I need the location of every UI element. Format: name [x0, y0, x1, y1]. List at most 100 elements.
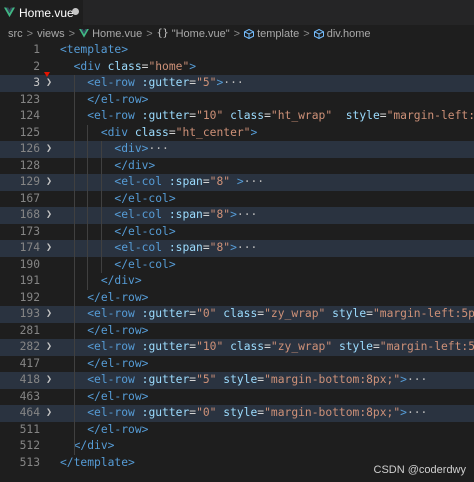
breadcrumb-file[interactable]: Home.vue: [92, 28, 142, 40]
code-line[interactable]: 174 ❯ <el-col :span="8">···: [0, 240, 474, 257]
token-str: "margin-left:5p: [386, 109, 474, 122]
code-line[interactable]: 2 <div class="home">: [0, 59, 474, 76]
line-number: 123: [19, 92, 40, 106]
code-line[interactable]: 418 ❯ <el-row :gutter="5" style="margin-b…: [0, 372, 474, 389]
breadcrumb-module[interactable]: "Home.vue": [172, 28, 230, 40]
fold-chevron-icon[interactable]: ❯: [46, 405, 52, 422]
token-attr: :gutter: [141, 307, 190, 320]
breadcrumb-div-home[interactable]: div.home: [327, 28, 371, 40]
code-line[interactable]: 124 <el-row :gutter="10" class="ht_wrap"…: [0, 108, 474, 125]
code-line[interactable]: 129 ❯ <el-col :span="8" >···: [0, 174, 474, 191]
code-line[interactable]: 173 </el-col>: [0, 224, 474, 241]
fold-chevron-icon[interactable]: ❯: [46, 339, 52, 356]
token-tag: >: [230, 241, 237, 254]
code-line[interactable]: 128 </div>: [0, 158, 474, 175]
code-line[interactable]: 1 <template>: [0, 42, 474, 59]
code-line[interactable]: 190 </el-col>: [0, 257, 474, 274]
cube-icon: [244, 28, 255, 39]
line-number: 190: [19, 257, 40, 271]
line-number: 3: [33, 76, 40, 89]
token-str: "margin-left:5px;: [372, 307, 474, 320]
token-str: "margin-left:5px: [379, 340, 474, 353]
code-text: <el-row :gutter="10" class="ht_wrap" sty…: [60, 108, 474, 125]
unsaved-dot-icon[interactable]: [72, 8, 79, 15]
token-tag: </el-row>: [87, 422, 149, 436]
token-str: "8": [209, 208, 231, 221]
code-text: <el-row :gutter="0" class="zy_wrap" styl…: [60, 306, 474, 323]
code-line[interactable]: 463 </el-row>: [0, 389, 474, 406]
token-str: "ht_wrap": [270, 109, 333, 122]
token-txt: =: [366, 307, 373, 320]
code-text: <el-row :gutter="0" style="margin-bottom…: [60, 405, 427, 422]
code-line[interactable]: 3 ❯ <el-row :gutter="5">···: [0, 75, 474, 92]
code-text: <div class="home">: [60, 59, 196, 76]
code-text: <div>···: [60, 141, 168, 158]
fold-chevron-icon[interactable]: ❯: [46, 75, 52, 92]
code-text: </el-col>: [60, 224, 176, 241]
token-tag: <div: [73, 59, 108, 73]
fold-chevron-icon[interactable]: ❯: [46, 174, 52, 191]
line-number: 125: [19, 125, 40, 139]
line-number: 129: [19, 175, 40, 188]
code-line[interactable]: 511 </el-row>: [0, 422, 474, 439]
token-attr: :span: [168, 241, 203, 254]
breadcrumb-template[interactable]: template: [257, 28, 299, 40]
code-line[interactable]: 126 ❯ <div>···: [0, 141, 474, 158]
token-attr: style: [338, 340, 373, 353]
token-attr: class: [107, 59, 142, 73]
breadcrumb-separator: >: [68, 27, 76, 40]
line-number: 2: [33, 59, 40, 73]
code-editor[interactable]: 1 <template> 2 <div class="home"> 3 ❯ <el-ro…: [0, 42, 474, 482]
code-text: </div>: [60, 438, 115, 455]
line-number: 124: [19, 109, 40, 122]
code-line[interactable]: 123 </el-row>: [0, 92, 474, 109]
code-text: <el-row :gutter="10" class="zy_wrap" sty…: [60, 339, 474, 356]
token-attr: style: [345, 109, 380, 122]
line-number: 464: [19, 406, 40, 419]
token-ellip: ···: [406, 406, 428, 419]
tab-title: Home.vue: [19, 5, 74, 20]
code-line[interactable]: 191 </div>: [0, 273, 474, 290]
line-number: 193: [19, 307, 40, 320]
token-tag: </el-row>: [87, 290, 149, 304]
breadcrumb-views[interactable]: views: [37, 28, 65, 40]
token-txt: =: [372, 340, 380, 353]
token-tag: >: [230, 208, 237, 221]
line-number: 1: [33, 43, 40, 56]
fold-chevron-icon[interactable]: ❯: [46, 141, 52, 158]
code-line[interactable]: 125 <div class="ht_center">: [0, 125, 474, 142]
vue-icon: [4, 7, 15, 18]
line-number: 512: [19, 439, 40, 452]
fold-chevron-icon[interactable]: ❯: [46, 207, 52, 224]
tab-home-vue[interactable]: Home.vue: [0, 0, 83, 25]
token-ellip: ···: [236, 208, 258, 221]
line-number: 511: [19, 422, 40, 436]
fold-chevron-icon[interactable]: ❯: [46, 306, 52, 323]
fold-chevron-icon[interactable]: ❯: [46, 240, 52, 257]
code-line[interactable]: 193 ❯ <el-row :gutter="0" class="zy_wrap"…: [0, 306, 474, 323]
token-str: "margin-bottom:8px;": [264, 373, 401, 386]
token-attr: class: [134, 125, 169, 139]
code-line[interactable]: 192 </el-row>: [0, 290, 474, 307]
code-line[interactable]: 167 </el-col>: [0, 191, 474, 208]
code-text: <template>: [60, 42, 128, 59]
token-str: "0": [196, 406, 217, 419]
token-attr: :gutter: [141, 340, 190, 353]
code-line[interactable]: 281 </el-row>: [0, 323, 474, 340]
breadcrumb-src[interactable]: src: [8, 28, 23, 40]
code-line[interactable]: 282 ❯ <el-row :gutter="10" class="zy_wrap…: [0, 339, 474, 356]
token-tag: </el-col>: [114, 224, 176, 238]
token-str: "10": [196, 109, 224, 122]
breadcrumb-separator: >: [26, 27, 34, 40]
line-number: 282: [19, 340, 40, 353]
code-line[interactable]: 512 </div>: [0, 438, 474, 455]
code-line[interactable]: 464 ❯ <el-row :gutter="0" style="margin-b…: [0, 405, 474, 422]
breadcrumb-separator: >: [303, 27, 310, 40]
code-line[interactable]: 168 ❯ <el-col :span="8">···: [0, 207, 474, 224]
token-str: "10": [196, 340, 224, 353]
fold-chevron-icon[interactable]: ❯: [46, 372, 52, 389]
token-tag: </el-col>: [114, 257, 176, 271]
code-line[interactable]: 417 </el-row>: [0, 356, 474, 373]
line-number: 174: [19, 241, 40, 254]
